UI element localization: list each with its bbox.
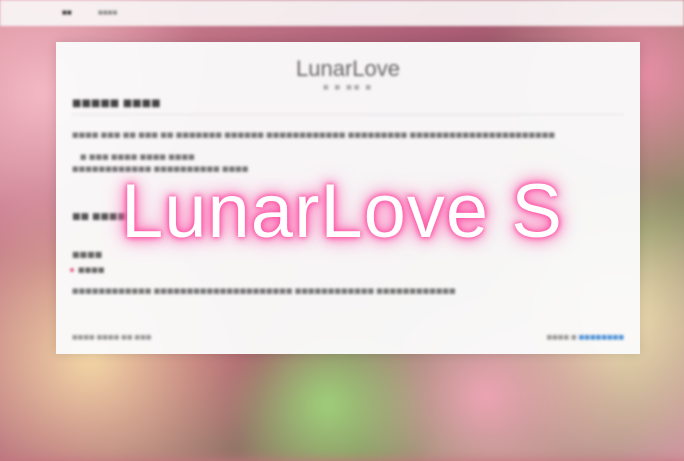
footer-credits: ■■■■ ■ ■■■■■■■■ [546,334,624,341]
post-paragraph: ■■■■■■■■■■■■ ■■■■■■■■■■■■■■■■■■■■■ ■■■■■… [72,287,456,295]
top-navigation-bar: ■■ ■■■■ [0,0,684,26]
site-subtitle: ■ ■ ■■ ■ [322,84,374,91]
nav-brand[interactable]: ■■ [62,8,72,17]
list-item: ■■■■ [78,266,105,274]
post-title[interactable]: ■■■■■ ■■■■ [72,98,161,109]
nav-link[interactable]: ■■■■ [98,8,117,17]
list-bullet-icon [70,268,74,272]
site-title[interactable]: LunarLove [56,56,640,82]
overlay-title: LunarLove S [121,169,563,254]
post-paragraph: ■ ■■■ ■■■■ ■■■■ ■■■■ [80,153,195,161]
footer-credits-link[interactable]: ■■■■■■■■ [579,334,624,341]
footer-credits-text: ■■■■ ■ [546,334,579,341]
post-paragraph: ■■■■ ■■■ ■■ ■■■ ■■ ■■■■■■■ ■■■■■■ ■■■■■■… [72,131,555,139]
footer-copyright: ■■■■ ■■■■ ■■ ■■■ [72,334,152,341]
divider [72,114,624,115]
